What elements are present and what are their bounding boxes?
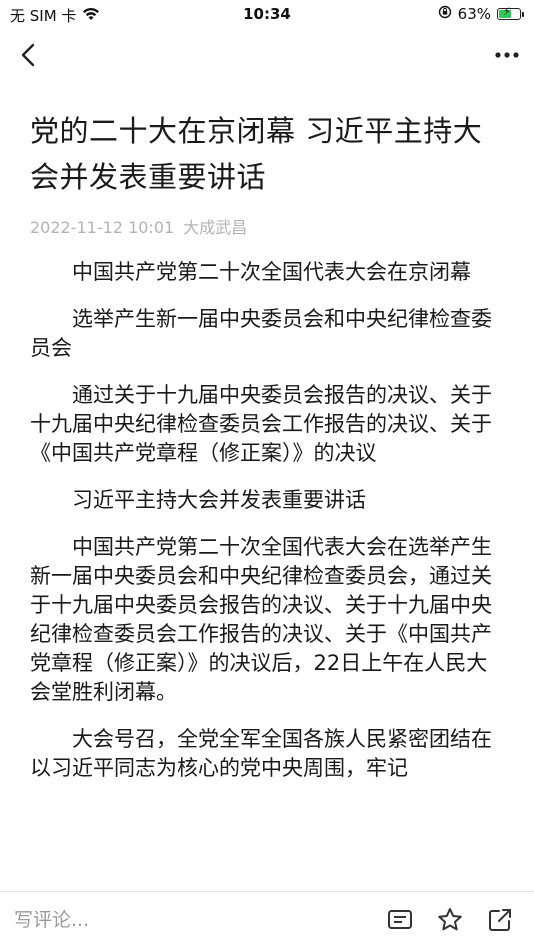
- bottom-bar: 写评论...: [0, 891, 534, 950]
- chevron-left-icon: [21, 43, 35, 67]
- article-paragraph: 通过关于十九届中央委员会报告的决议、关于十九届中央纪律检查委员会工作报告的决议、…: [30, 383, 492, 465]
- charging-bolt-icon: ⚡: [503, 5, 511, 18]
- article-body: 中国共产党第二十次全国代表大会在京闭幕 选举产生新一届中央委员会和中央纪律检查委…: [30, 258, 504, 783]
- article-paragraph: 大会号召，全党全军全国各族人民紧密团结在以习近平同志为核心的党中央周围，牢记: [30, 727, 492, 780]
- battery-nub: [522, 11, 524, 17]
- favorite-button[interactable]: [436, 906, 464, 934]
- article-source[interactable]: 大成武昌: [183, 218, 247, 237]
- share-icon: [489, 909, 511, 931]
- article-meta: 2022-11-12 10:01 大成武昌: [30, 214, 504, 238]
- article-paragraph: 选举产生新一届中央委员会和中央纪律检查委员会: [30, 307, 492, 360]
- comments-button[interactable]: [386, 906, 414, 934]
- status-right: 63% ⚡: [438, 5, 524, 23]
- battery-icon: ⚡: [497, 5, 521, 20]
- nav-bar: [0, 30, 534, 80]
- comment-input[interactable]: 写评论...: [14, 902, 354, 938]
- orientation-lock-icon: [438, 5, 452, 23]
- status-bar: 无 SIM 卡 10:34 63% ⚡: [0, 0, 534, 30]
- article-title: 党的二十大在京闭幕 习近平主持大会并发表重要讲话: [30, 114, 483, 194]
- more-horizontal-icon: [495, 52, 519, 58]
- back-button[interactable]: [14, 40, 44, 70]
- star-icon: [438, 908, 462, 931]
- article: 党的二十大在京闭幕 习近平主持大会并发表重要讲话 2022-11-12 10:0…: [0, 80, 534, 801]
- comments-icon: [388, 910, 412, 929]
- battery-percentage: 63%: [457, 5, 491, 23]
- article-paragraph: 中国共产党第二十次全国代表大会在京闭幕: [72, 260, 471, 284]
- article-date: 2022-11-12 10:01: [30, 218, 175, 237]
- more-button[interactable]: [492, 40, 522, 70]
- article-paragraph: 中国共产党第二十次全国代表大会在选举产生新一届中央委员会和中央纪律检查委员会，通…: [30, 535, 492, 704]
- article-paragraph: 习近平主持大会并发表重要讲话: [72, 488, 366, 512]
- share-button[interactable]: [486, 906, 514, 934]
